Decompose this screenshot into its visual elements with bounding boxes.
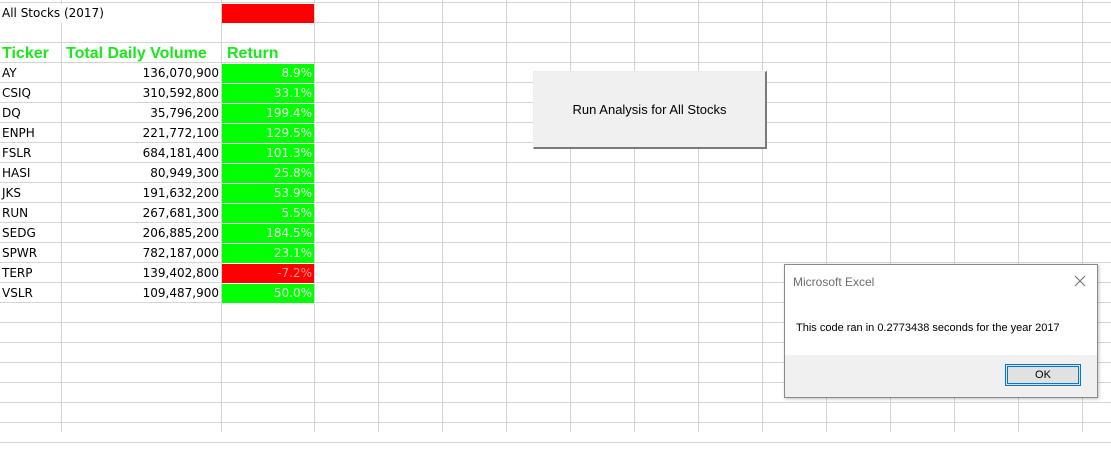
return-cell[interactable]: 23.1% [222, 244, 314, 263]
sheet-title-cell[interactable]: All Stocks (2017) [0, 4, 221, 23]
ticker-cell[interactable]: HASI [0, 164, 61, 183]
gridline [314, 0, 315, 432]
volume-cell[interactable]: 80,949,300 [62, 164, 221, 183]
gridline [378, 0, 379, 432]
red-filled-cell[interactable] [222, 4, 314, 23]
return-cell[interactable]: 50.0% [222, 284, 314, 303]
header-total-daily-volume[interactable]: Total Daily Volume [62, 44, 221, 64]
return-cell[interactable]: 129.5% [222, 124, 314, 143]
gridline [634, 0, 635, 432]
volume-cell[interactable]: 684,181,400 [62, 144, 221, 163]
volume-cell[interactable]: 35,796,200 [62, 104, 221, 123]
run-analysis-button-label: Run Analysis for All Stocks [572, 102, 727, 117]
volume-cell[interactable]: 310,592,800 [62, 84, 221, 103]
ticker-cell[interactable]: JKS [0, 184, 61, 203]
ticker-cell[interactable]: RUN [0, 204, 61, 223]
gridline [698, 0, 699, 432]
ticker-cell[interactable]: TERP [0, 264, 61, 283]
dialog-title: Microsoft Excel [793, 275, 875, 289]
ticker-cell[interactable]: CSIQ [0, 84, 61, 103]
gridline [506, 0, 507, 432]
return-cell[interactable]: 33.1% [222, 84, 314, 103]
header-ticker[interactable]: Ticker [0, 44, 62, 64]
ticker-cell[interactable]: FSLR [0, 144, 61, 163]
return-cell[interactable]: 25.8% [222, 164, 314, 183]
run-analysis-button[interactable]: Run Analysis for All Stocks [533, 71, 767, 149]
dialog-message: This code ran in 0.2773438 seconds for t… [796, 322, 1060, 334]
gridline [570, 0, 571, 432]
header-return[interactable]: Return [222, 44, 314, 64]
return-cell[interactable]: 101.3% [222, 144, 314, 163]
ticker-cell[interactable]: ENPH [0, 124, 61, 143]
return-cell-negative[interactable]: -7.2% [222, 264, 314, 283]
volume-cell[interactable]: 221,772,100 [62, 124, 221, 143]
ticker-cell[interactable]: DQ [0, 104, 61, 123]
return-cell[interactable]: 184.5% [222, 224, 314, 243]
ticker-cell[interactable]: SPWR [0, 244, 61, 263]
ok-button[interactable]: OK [1005, 364, 1081, 386]
volume-cell[interactable]: 109,487,900 [62, 284, 221, 303]
ticker-cell[interactable]: SEDG [0, 224, 61, 243]
volume-cell[interactable]: 267,681,300 [62, 204, 221, 223]
ok-button-label: OK [1035, 369, 1051, 381]
gridline [442, 0, 443, 432]
return-cell[interactable]: 5.5% [222, 204, 314, 223]
return-cell[interactable]: 8.9% [222, 64, 314, 83]
volume-cell[interactable]: 206,885,200 [62, 224, 221, 243]
volume-cell[interactable]: 136,070,900 [62, 64, 221, 83]
dialog-body: This code ran in 0.2773438 seconds for t… [785, 298, 1097, 355]
gridline [762, 0, 763, 432]
volume-cell[interactable]: 139,402,800 [62, 264, 221, 283]
spreadsheet-grid[interactable]: All Stocks (2017) Ticker Total Daily Vol… [0, 0, 1111, 460]
volume-cell[interactable]: 191,632,200 [62, 184, 221, 203]
volume-cell[interactable]: 782,187,000 [62, 244, 221, 263]
return-cell[interactable]: 199.4% [222, 104, 314, 123]
return-cell[interactable]: 53.9% [222, 184, 314, 203]
message-box-dialog: Microsoft Excel This code ran in 0.27734… [784, 264, 1098, 398]
sheet-title: All Stocks (2017) [2, 6, 104, 20]
close-icon[interactable] [1073, 273, 1087, 287]
ticker-cell[interactable]: AY [0, 64, 61, 83]
ticker-cell[interactable]: VSLR [0, 284, 61, 303]
dialog-titlebar[interactable]: Microsoft Excel [785, 265, 1097, 298]
